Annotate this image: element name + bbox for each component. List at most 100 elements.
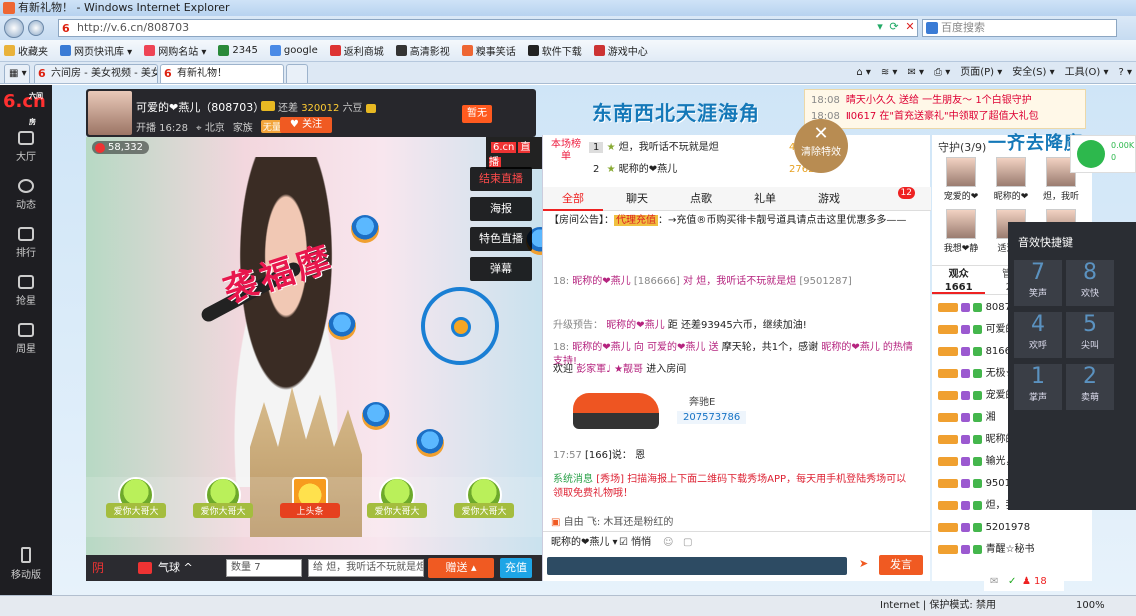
send-button[interactable]: 发言 [879, 555, 923, 575]
refresh-icon[interactable]: ⟳ [886, 19, 902, 35]
feeds-icon[interactable]: ≋ ▾ [881, 64, 898, 82]
tab-all[interactable]: 全部 [543, 187, 603, 211]
favorite-label: 返利商城 [343, 47, 384, 58]
quick-tabs-button[interactable]: ▦ ▾ [4, 64, 30, 83]
gift-item[interactable]: 上头条 [280, 477, 340, 533]
menu-tools[interactable]: 工具(O) ▾ [1065, 64, 1109, 82]
phone-icon [21, 547, 31, 563]
menu-page[interactable]: 页面(P) ▾ [960, 64, 1002, 82]
viewer-row[interactable]: 5201978 [938, 521, 1078, 534]
favorite-item[interactable]: 网购名站 ▾ [144, 43, 206, 58]
recipient-field[interactable]: 给 炟，我听话不玩就是炟 [308, 559, 424, 577]
new-tab-button[interactable] [286, 64, 308, 83]
nav-grab-star[interactable]: 抢星 [0, 269, 52, 315]
level-badge-icon [938, 434, 958, 444]
clear-effects-button[interactable]: ✕ 清除特效 [794, 119, 848, 173]
gift-item[interactable]: 爱你大哥大 [454, 477, 514, 533]
viewer-row[interactable]: 青醒☆秘书 [938, 543, 1078, 556]
guard-member[interactable]: 我想❤静 [938, 209, 984, 265]
favorite-icon [461, 45, 473, 56]
emoji-icon[interactable]: ☺ [663, 532, 673, 554]
favorite-item[interactable]: 收藏夹 [4, 43, 48, 58]
menu-help[interactable]: ? ▾ [1118, 64, 1132, 82]
menu-safety[interactable]: 安全(S) ▾ [1012, 64, 1054, 82]
site-logo[interactable]: 6.cn 六间房 [3, 89, 49, 126]
quantity-field[interactable]: 数量 7 [226, 559, 302, 577]
sfx-key[interactable]: 7 笑声 [1014, 260, 1062, 306]
gift-item[interactable]: 爱你大哥大 [193, 477, 253, 533]
favorite-item[interactable]: 糗事笑话 [461, 43, 516, 58]
sfx-key[interactable]: 5 尖叫 [1066, 312, 1114, 358]
nav-ranking[interactable]: 排行 [0, 221, 52, 267]
print-icon[interactable]: ⎙ ▾ [934, 64, 950, 82]
favorite-item[interactable]: 游戏中心 [593, 43, 648, 58]
tab-gift-list[interactable]: 礼单 [735, 187, 795, 211]
favorite-item[interactable]: 软件下载 [527, 43, 582, 58]
zanwu-badge: 暂无 [462, 105, 492, 123]
home-icon[interactable]: ⌂ ▾ [856, 64, 871, 82]
tab-new-gift[interactable]: 6 有新礼物！ [160, 64, 284, 83]
host-name[interactable]: 可爱的❤燕儿（808703） [136, 99, 264, 115]
broadcast-notice[interactable]: 18:08 晴天小久久 送给 一生朋友～ 1个白银守护 18:08 Ⅱ0617 在"… [804, 89, 1086, 129]
follow-button[interactable]: ♥ 关注 [280, 117, 332, 133]
nav-lobby[interactable]: 大厅 [0, 125, 52, 171]
guard-member[interactable]: 宠爱的❤ [938, 157, 984, 213]
nav-mobile[interactable]: 移动版 [0, 545, 52, 585]
sfx-key[interactable]: 2 卖萌 [1066, 364, 1114, 410]
msg-user[interactable]: 彭家軍♩ ★靓哥 [576, 364, 643, 375]
whisper-checkbox[interactable]: ☑ 悄悄 [619, 532, 651, 554]
favorite-item[interactable]: google [269, 45, 318, 56]
balloon-button[interactable]: 气球 ^ [138, 559, 193, 577]
security-zone[interactable]: Internet | 保护模式: 禁用 [880, 596, 996, 616]
chat-target-select[interactable]: 昵称的❤燕儿 ▾ [551, 532, 618, 554]
image-icon[interactable]: ▢ [683, 532, 692, 554]
url-field[interactable]: 6 http://v.6.cn/808703 [58, 19, 918, 37]
tab-chat[interactable]: 聊天 [607, 187, 667, 211]
featured-live-button[interactable]: 特色直播 [470, 227, 532, 251]
tab-liujianfang[interactable]: 6 六间房 - 美女视频 - 美女... [34, 64, 158, 83]
favorite-item[interactable]: 高清影视 [395, 43, 450, 58]
tab-viewers[interactable]: 观众 1661 [932, 266, 986, 294]
send-gift-button[interactable]: 赠送 ▴ [428, 558, 494, 578]
msg-user[interactable]: 昵称的❤燕儿 [606, 320, 664, 331]
mail-icon[interactable]: ✉ ▾ [907, 64, 924, 82]
rest-suffix: 六豆 [342, 103, 363, 114]
nav-weekly-star[interactable]: 周星 [0, 317, 52, 363]
tab-songs[interactable]: 点歌 [671, 187, 731, 211]
guard-member[interactable]: 昵称的❤ [988, 157, 1034, 213]
tab-games[interactable]: 游戏 [799, 187, 859, 211]
recharge-button[interactable]: 充值 [500, 558, 532, 578]
network-widget[interactable]: 0.00K 0 [1070, 135, 1136, 173]
gift-item[interactable]: 爱你大哥大 [106, 477, 166, 533]
msg-user[interactable]: 昵称的❤燕儿 [572, 342, 630, 353]
host-avatar[interactable] [88, 91, 132, 135]
msg-target[interactable]: 对 炟，我听话不玩就是炟 [683, 276, 796, 287]
gift-bubble-icon [351, 215, 379, 243]
user-count-badge[interactable]: ✉ ✓ ♟ 18 [984, 573, 1064, 591]
msg-user[interactable]: 昵称的❤燕儿 [572, 276, 630, 287]
end-live-button[interactable]: 结束直播 [470, 167, 532, 191]
chat-input[interactable] [547, 557, 847, 575]
nav-activity[interactable]: 动态 [0, 173, 52, 219]
guard-avatar [946, 157, 976, 187]
favorite-item[interactable]: 2345 [218, 45, 258, 56]
nav-label: 动态 [16, 200, 36, 211]
gift-item[interactable]: 爱你大哥大 [367, 477, 427, 533]
gift-list-icon[interactable]: 阴 [90, 559, 106, 577]
car-notice-badge[interactable]: 12 [897, 187, 915, 199]
forward-button[interactable] [28, 20, 44, 36]
room-announcement[interactable]: 【房间公告】： 代理充值 ：→充值®币购买徘卡靓号道具请点击这里优惠多多—— [549, 213, 927, 229]
favorite-item[interactable]: 网页快讯库 ▾ [60, 43, 132, 58]
search-input[interactable]: 百度搜索 [922, 19, 1117, 37]
rank-badge-icon: ★ [606, 164, 616, 175]
stop-icon[interactable]: ✕ [902, 19, 918, 35]
sfx-key[interactable]: 4 欢呼 [1014, 312, 1062, 358]
danmaku-toggle[interactable]: 弹幕 [470, 257, 532, 281]
back-button[interactable] [4, 18, 24, 38]
sfx-key[interactable]: 8 欢快 [1066, 260, 1114, 306]
poster-button[interactable]: 海报 [470, 197, 532, 221]
msg-time: 17:57 [553, 450, 582, 461]
zoom-level[interactable]: 100% [1076, 596, 1105, 616]
sfx-key[interactable]: 1 掌声 [1014, 364, 1062, 410]
favorite-item[interactable]: 返利商城 [329, 43, 384, 58]
